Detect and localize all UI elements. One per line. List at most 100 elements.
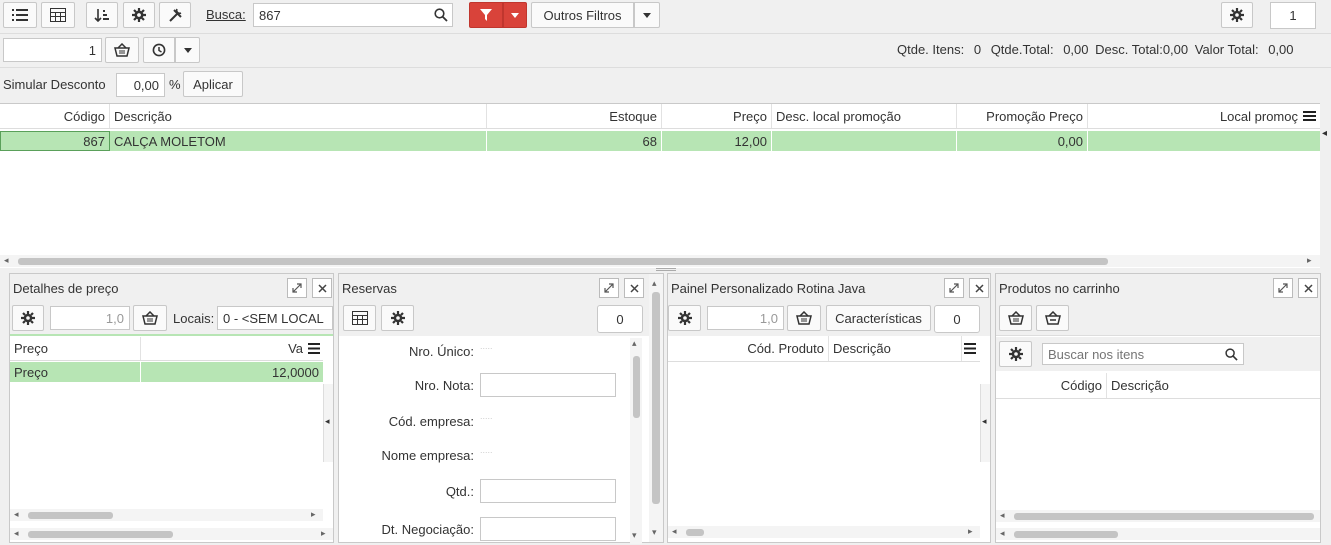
scroll-down-arrow[interactable]: ▾ <box>652 527 657 538</box>
col-local-promocao[interactable]: Local promoç <box>1088 104 1302 128</box>
expand-panel-button[interactable] <box>287 278 307 298</box>
scroll-thumb[interactable] <box>28 512 113 519</box>
col-descricao[interactable]: Descrição <box>110 104 487 128</box>
settings-right-button[interactable] <box>1221 2 1253 28</box>
nro-nota-input[interactable] <box>480 373 616 397</box>
scroll-left-arrow[interactable]: ◂ <box>14 528 19 539</box>
splitter-handle[interactable] <box>656 268 676 271</box>
collapse-side-arrow[interactable]: ◂ <box>1322 128 1327 139</box>
search-icon[interactable] <box>434 8 448 22</box>
tools-button[interactable] <box>159 2 191 28</box>
java-settings-button[interactable] <box>668 305 701 331</box>
scroll-thumb[interactable] <box>1014 531 1118 538</box>
scroll-thumb[interactable] <box>1014 513 1314 520</box>
close-panel-button[interactable] <box>624 278 644 298</box>
column-menu-icon[interactable] <box>308 343 320 354</box>
java-qty-input[interactable]: 1,0 <box>707 306 784 330</box>
cart-remove-button[interactable] <box>1036 305 1069 331</box>
expand-panel-button[interactable] <box>599 278 619 298</box>
settings-button[interactable] <box>123 2 155 28</box>
scroll-thumb[interactable] <box>652 292 660 504</box>
scroll-left-arrow[interactable]: ◂ <box>672 526 677 537</box>
java-counter[interactable]: 0 <box>934 305 980 333</box>
table-row[interactable]: Preço 12,0000 <box>10 362 323 382</box>
filter-button[interactable] <box>469 2 503 28</box>
collapse-tab[interactable]: ◂ <box>323 384 333 462</box>
cart-search-input[interactable] <box>1042 343 1244 365</box>
scroll-thumb[interactable] <box>686 529 704 536</box>
search-icon[interactable] <box>1225 348 1238 361</box>
filter-dropdown-button[interactable] <box>503 2 527 28</box>
collapse-tab[interactable]: ◂ <box>980 384 990 462</box>
cart-settings-button[interactable] <box>999 341 1032 367</box>
expand-panel-button[interactable] <box>944 278 964 298</box>
caracteristicas-button[interactable]: Características <box>826 305 931 331</box>
scroll-down-arrow[interactable]: ▾ <box>632 530 637 541</box>
table-row[interactable]: 867 CALÇA MOLETOM 68 12,00 0,00 <box>0 131 1320 151</box>
scroll-thumb[interactable] <box>633 356 640 418</box>
quantity-input[interactable]: 1 <box>3 38 102 62</box>
scroll-up-arrow[interactable]: ▴ <box>632 338 637 349</box>
cart-add-button[interactable] <box>999 305 1032 331</box>
price-panel-scrollbar[interactable]: ◂ ▸ <box>10 528 333 540</box>
col-codigo[interactable]: Código <box>0 104 110 128</box>
locais-select[interactable]: 0 - <SEM LOCAL <box>217 306 333 330</box>
history-button[interactable] <box>143 37 175 63</box>
scroll-thumb[interactable] <box>18 258 1108 265</box>
col-cod-produto[interactable]: Cód. Produto <box>668 336 829 361</box>
col-promocao-preco[interactable]: Promoção Preço <box>957 104 1088 128</box>
qtd-input[interactable] <box>480 479 616 503</box>
col-codigo[interactable]: Código <box>996 373 1107 398</box>
col-preco[interactable]: Preço <box>662 104 772 128</box>
close-panel-button[interactable] <box>312 278 332 298</box>
scroll-left-arrow[interactable]: ◂ <box>1000 528 1005 539</box>
scroll-right-arrow[interactable]: ▸ <box>311 509 316 520</box>
column-menu-icon[interactable] <box>1303 110 1316 122</box>
search-input[interactable]: 867 <box>253 3 453 27</box>
gear-icon <box>677 311 692 325</box>
java-add-button[interactable] <box>787 305 821 331</box>
price-grid-scrollbar[interactable]: ◂ ▸ <box>10 509 323 521</box>
reservas-form-scrollbar[interactable]: ▴ ▾ <box>630 338 642 544</box>
close-panel-button[interactable] <box>1298 278 1318 298</box>
list-view-button[interactable] <box>3 2 37 28</box>
scroll-left-arrow[interactable]: ◂ <box>1000 510 1005 521</box>
column-menu-icon[interactable] <box>964 343 976 354</box>
dt-negociacao-input[interactable] <box>480 517 616 541</box>
scroll-left-arrow[interactable]: ◂ <box>14 509 19 520</box>
other-filters-button[interactable]: Outros Filtros <box>531 2 634 28</box>
main-grid-scrollbar[interactable]: ◂ ▸ <box>0 255 1320 267</box>
price-add-button[interactable] <box>133 305 167 331</box>
close-panel-button[interactable] <box>969 278 989 298</box>
scroll-right-arrow[interactable]: ▸ <box>968 526 973 537</box>
reservas-counter[interactable]: 0 <box>597 305 643 333</box>
scroll-right-arrow[interactable]: ▸ <box>1307 255 1312 266</box>
col-valor[interactable]: Va <box>141 337 307 360</box>
grid-view-button[interactable] <box>41 2 75 28</box>
col-desc-local-promocao[interactable]: Desc. local promoção <box>772 104 957 128</box>
java-grid-scrollbar[interactable]: ◂ ▸ <box>668 526 980 538</box>
reservas-settings-button[interactable] <box>381 305 414 331</box>
scroll-thumb[interactable] <box>28 531 173 538</box>
price-qty-input[interactable]: 1,0 <box>50 306 130 330</box>
discount-input[interactable]: 0,00 <box>116 73 165 97</box>
cart-grid-scrollbar[interactable]: ◂ <box>996 510 1320 522</box>
scroll-up-arrow[interactable]: ▴ <box>652 278 657 289</box>
other-filters-dropdown[interactable] <box>634 2 660 28</box>
cart-panel-scrollbar[interactable]: ◂ <box>996 528 1320 540</box>
scroll-right-arrow[interactable]: ▸ <box>321 528 326 539</box>
col-estoque[interactable]: Estoque <box>487 104 662 128</box>
col-descricao[interactable]: Descrição <box>1107 373 1320 398</box>
scroll-left-arrow[interactable]: ◂ <box>4 255 9 266</box>
col-preco[interactable]: Preço <box>10 337 141 360</box>
sort-button[interactable] <box>86 2 118 28</box>
col-descricao[interactable]: Descrição <box>829 336 962 361</box>
add-to-cart-button[interactable] <box>105 37 139 63</box>
price-settings-button[interactable] <box>12 305 44 331</box>
reservas-panel-scrollbar[interactable]: ▴ ▾ <box>649 274 663 542</box>
page-number-input[interactable]: 1 <box>1270 2 1316 29</box>
history-dropdown[interactable] <box>175 37 200 63</box>
apply-discount-button[interactable]: Aplicar <box>183 71 243 97</box>
expand-panel-button[interactable] <box>1273 278 1293 298</box>
reservas-grid-button[interactable] <box>343 305 376 331</box>
